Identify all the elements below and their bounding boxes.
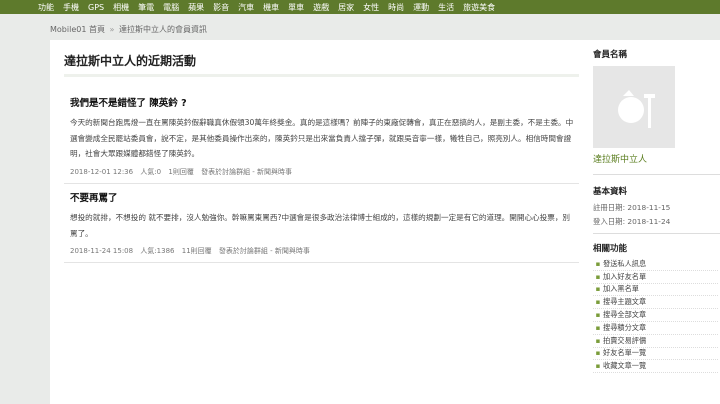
page-title: 達拉斯中立人的近期活動 bbox=[64, 54, 197, 68]
nav-item-phone[interactable]: 手機 bbox=[63, 2, 79, 13]
func-label: 加入好友名單 bbox=[603, 271, 647, 281]
func-add-friend[interactable]: ▪ 加入好友名單 bbox=[593, 271, 718, 284]
post-item: 不要再罵了 想投的就排，不想投的 就不要排，沒人勉強你。幹嘛罵東罵西?中選會是很… bbox=[70, 190, 575, 256]
bullet-icon: ▪ bbox=[595, 259, 601, 268]
nav-item-travel[interactable]: 旅遊美食 bbox=[463, 2, 495, 13]
nav-item-bicycle[interactable]: 單車 bbox=[288, 2, 304, 13]
nav-item-apple[interactable]: 蘋果 bbox=[188, 2, 204, 13]
func-label: 搜尋積分文章 bbox=[603, 322, 647, 332]
title-divider bbox=[64, 74, 579, 77]
post-title[interactable]: 我們是不是錯怪了 陳英鈐 ? bbox=[70, 95, 575, 109]
avatar[interactable] bbox=[593, 66, 675, 148]
bullet-icon: ▪ bbox=[595, 349, 601, 358]
func-label: 好友名單一覽 bbox=[603, 348, 647, 358]
breadcrumb-separator: » bbox=[109, 25, 115, 34]
nav-item-av[interactable]: 影音 bbox=[213, 2, 229, 13]
nav-item-home[interactable]: 居家 bbox=[338, 2, 354, 13]
default-avatar-icon bbox=[618, 90, 655, 128]
bullet-icon: ▪ bbox=[595, 323, 601, 332]
func-search-points[interactable]: ▪ 搜尋積分文章 bbox=[593, 322, 718, 335]
func-label: 搜尋主題文章 bbox=[603, 297, 647, 307]
nav-item-gps[interactable]: GPS bbox=[88, 3, 104, 12]
info-heading: 基本資料 bbox=[593, 187, 628, 197]
sidebar-divider bbox=[593, 233, 720, 234]
post-body: 想投的就排，不想投的 就不要排，沒人勉強你。幹嘛罵東罵西?中選會是很多政治法律博… bbox=[70, 213, 571, 238]
func-send-message[interactable]: ▪ 發送私人訊息 bbox=[593, 258, 718, 271]
function-list: ▪ 發送私人訊息 ▪ 加入好友名單 ▪ 加入黑名單 ▪ 搜尋主題文章 ▪ 搜尋全部文章 ▪… bbox=[593, 258, 718, 374]
username-link[interactable]: 達拉斯中立人 bbox=[593, 152, 647, 165]
func-label: 搜尋全部文章 bbox=[603, 310, 647, 320]
post-replies[interactable]: 1則回覆 bbox=[168, 168, 193, 176]
func-friend-list[interactable]: ▪ 好友名單一覽 bbox=[593, 348, 718, 361]
sidebar: 會員名稱 達拉斯中立人 基本資料 註冊日期: 2018-11-15 登入日期: … bbox=[593, 40, 720, 404]
func-label: 加入黑名單 bbox=[603, 284, 639, 294]
nav-item-life[interactable]: 生活 bbox=[438, 2, 454, 13]
bullet-icon: ▪ bbox=[595, 272, 601, 281]
post-meta: 2018-11-24 15:08 人氣:1386 11則回覆 發表於討論群組 -… bbox=[70, 246, 575, 256]
func-auction-rating[interactable]: ▪ 拍賣交易評價 bbox=[593, 335, 718, 348]
top-nav-bar: 功能 手機 GPS 相機 筆電 電腦 蘋果 影音 汽車 機車 單車 遊戲 居家 … bbox=[0, 0, 720, 14]
sidebar-divider bbox=[593, 174, 720, 175]
func-add-blacklist[interactable]: ▪ 加入黑名單 bbox=[593, 284, 718, 297]
post-date: 2018-11-24 15:08 bbox=[70, 247, 134, 255]
nav-item-games[interactable]: 遊戲 bbox=[313, 2, 329, 13]
breadcrumb-current: 達拉斯中立人的會員資訊 bbox=[118, 25, 207, 34]
content-panel: 達拉斯中立人的近期活動 我們是不是錯怪了 陳英鈐 ? 今天的新聞台跑馬燈一直在罵… bbox=[50, 40, 720, 404]
nav-item-camera[interactable]: 相機 bbox=[113, 2, 129, 13]
func-search-topics[interactable]: ▪ 搜尋主題文章 bbox=[593, 296, 718, 310]
bullet-icon: ▪ bbox=[595, 298, 601, 307]
func-label: 拍賣交易評價 bbox=[603, 335, 647, 345]
login-date: 登入日期: 2018-11-24 bbox=[593, 217, 671, 226]
post-item: 我們是不是錯怪了 陳英鈐 ? 今天的新聞台跑馬燈一直在罵陳英鈐假辭職真休假領30… bbox=[70, 95, 575, 177]
bullet-icon: ▪ bbox=[595, 311, 601, 320]
nav-item-computer[interactable]: 電腦 bbox=[163, 2, 179, 13]
post-views: 人氣:0 bbox=[140, 167, 162, 176]
func-heading: 相關功能 bbox=[593, 244, 628, 254]
breadcrumb-home[interactable]: Mobile01 首頁 bbox=[50, 25, 105, 34]
func-bookmarks[interactable]: ▪ 收藏文章一覽 bbox=[593, 360, 718, 374]
nav-item-laptop[interactable]: 筆電 bbox=[138, 2, 154, 13]
post-meta: 2018-12-01 12:36 人氣:0 1則回覆 發表於討論群組 - 新聞與… bbox=[70, 167, 575, 177]
nav-item-fashion[interactable]: 時尚 bbox=[388, 2, 404, 13]
breadcrumb: Mobile01 首頁 » 達拉斯中立人的會員資訊 bbox=[50, 24, 207, 35]
post-divider bbox=[64, 183, 579, 184]
nav-item-sports[interactable]: 運動 bbox=[413, 2, 429, 13]
func-search-all[interactable]: ▪ 搜尋全部文章 bbox=[593, 309, 718, 322]
nav-item-motorcycle[interactable]: 機車 bbox=[263, 2, 279, 13]
register-date: 註冊日期: 2018-11-15 bbox=[593, 203, 671, 212]
nav-item-women[interactable]: 女性 bbox=[363, 2, 379, 13]
nav-item-function[interactable]: 功能 bbox=[38, 2, 54, 13]
post-body: 今天的新聞台跑馬燈一直在罵陳英鈐假辭職真休假領30萬年終獎金。真的是這樣嗎？前陣… bbox=[70, 118, 574, 158]
post-forum[interactable]: 發表於討論群組 - 新聞與時事 bbox=[219, 247, 310, 255]
post-forum[interactable]: 發表於討論群組 - 新聞與時事 bbox=[201, 168, 292, 176]
member-heading: 會員名稱 bbox=[593, 50, 628, 60]
post-views: 人氣:1386 bbox=[140, 247, 175, 255]
post-title[interactable]: 不要再罵了 bbox=[70, 190, 575, 204]
post-date: 2018-12-01 12:36 bbox=[70, 167, 134, 176]
func-label: 收藏文章一覽 bbox=[603, 361, 647, 371]
bullet-icon: ▪ bbox=[595, 336, 601, 345]
bullet-icon: ▪ bbox=[595, 285, 601, 294]
post-divider bbox=[64, 262, 579, 263]
post-replies[interactable]: 11則回覆 bbox=[182, 247, 212, 255]
nav-item-car[interactable]: 汽車 bbox=[238, 2, 254, 13]
func-label: 發送私人訊息 bbox=[603, 258, 647, 268]
bullet-icon: ▪ bbox=[595, 362, 601, 371]
